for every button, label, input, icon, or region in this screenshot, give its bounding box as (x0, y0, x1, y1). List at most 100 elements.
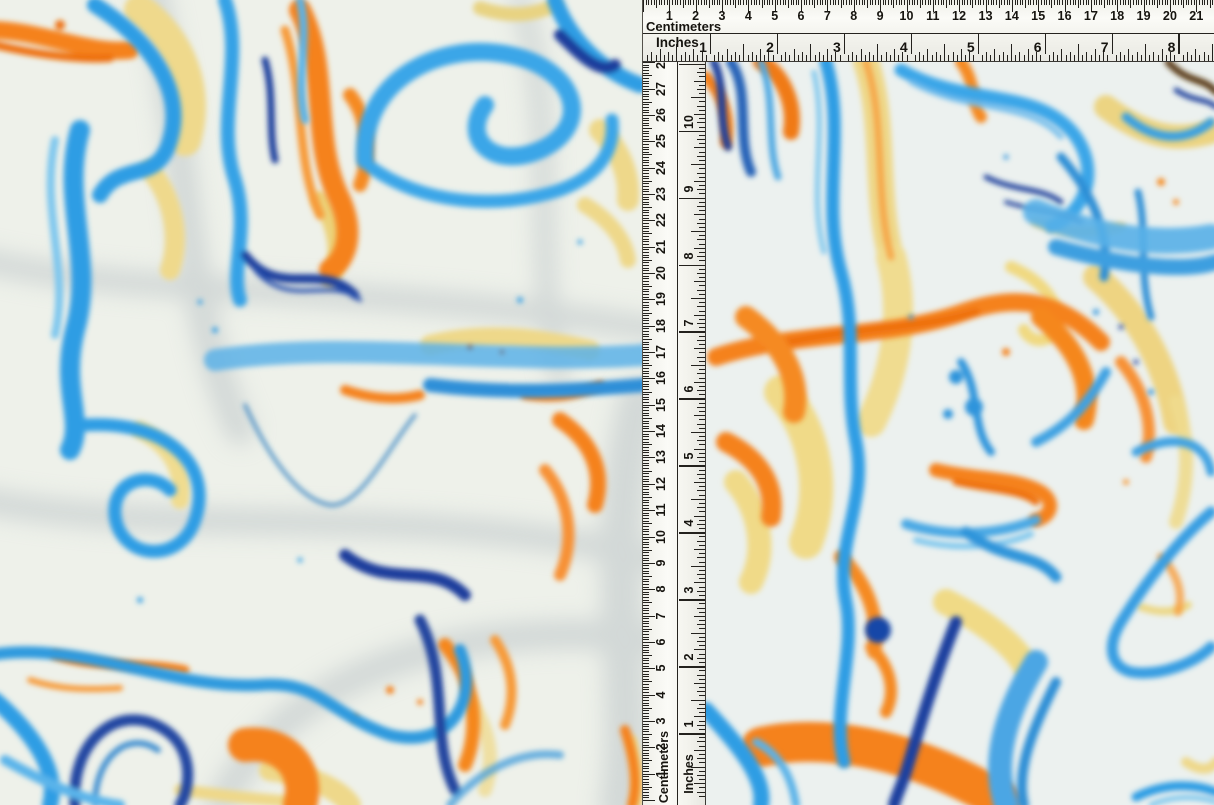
ruler-tick (1091, 55, 1092, 62)
ruler-tick (643, 718, 649, 719)
ruler-tick (699, 210, 706, 211)
ruler-tick (812, 0, 813, 5)
ruler-tick (699, 302, 706, 303)
ruler-tick (999, 0, 1000, 8)
ruler-tick (699, 152, 706, 153)
ruler-tick (643, 571, 649, 572)
ruler-tick (643, 581, 649, 582)
ruler-tick (798, 55, 799, 62)
ruler-tick (699, 319, 706, 320)
ruler-tick (849, 0, 850, 5)
ruler-tick (643, 373, 649, 374)
ruler-tick (643, 489, 649, 490)
ruler-tick (699, 327, 706, 328)
ruler-tick (710, 34, 712, 54)
ruler-tick (1003, 52, 1004, 61)
ruler-tick (714, 0, 715, 5)
cm-number: 15 (654, 398, 668, 412)
ruler-tick (699, 562, 706, 563)
ruler-tick (1040, 55, 1041, 62)
ruler-tick (643, 568, 649, 569)
ruler-tick (699, 93, 706, 94)
ruler-tick (694, 683, 706, 684)
ruler-tick (672, 55, 673, 62)
ruler-tick (643, 439, 649, 440)
ruler-tick (643, 426, 649, 427)
ruler-tick (1173, 0, 1174, 5)
ruler-tick (697, 189, 706, 190)
vertical-ruler-inch-scale: Inches 1234567891011 (678, 62, 705, 805)
ruler-tick (643, 502, 649, 503)
ruler-tick (743, 44, 744, 61)
ruler-tick (697, 574, 706, 575)
ruler-tick (643, 645, 649, 646)
ruler-tick (679, 666, 705, 668)
ruler-tick (643, 750, 649, 751)
ruler-tick (1191, 55, 1192, 62)
ruler-tick (1165, 0, 1166, 5)
inch-number: 9 (682, 185, 696, 192)
ruler-tick (697, 775, 706, 776)
ruler-tick (643, 410, 649, 411)
ruler-tick (668, 52, 669, 61)
ruler-tick (643, 505, 649, 506)
ruler-tick (996, 0, 997, 5)
ruler-tick (806, 0, 807, 5)
ruler-tick (699, 545, 706, 546)
ruler-tick (643, 394, 649, 395)
ruler-tick (699, 352, 706, 353)
cm-number: 18 (1110, 9, 1124, 23)
ruler-tick (1096, 0, 1097, 5)
ruler-tick (697, 474, 706, 475)
ruler-tick (1057, 0, 1058, 5)
inch-number: 3 (682, 587, 696, 594)
ruler-tick (643, 660, 649, 661)
ruler-tick (643, 428, 649, 429)
ruler-tick (697, 507, 706, 508)
ruler-tick (898, 55, 899, 62)
ruler-tick (643, 450, 649, 451)
ruler-tick (699, 704, 706, 705)
ruler-tick (809, 0, 810, 5)
ruler-tick (643, 576, 652, 577)
inch-number: 5 (967, 39, 975, 55)
ruler-tick (643, 262, 649, 263)
ruler-tick (756, 0, 757, 5)
ruler-tick (1199, 0, 1200, 5)
ruler-tick (1202, 0, 1203, 5)
ruler-tick (685, 52, 686, 61)
ruler-tick (643, 481, 649, 482)
ruler-tick (694, 281, 706, 282)
cm-number: 1 (666, 9, 673, 23)
ruler-tick (643, 226, 649, 227)
ruler-tick (691, 566, 706, 567)
ruler-tick (643, 637, 649, 638)
ruler-tick (869, 52, 870, 61)
ruler-tick (1004, 0, 1005, 5)
ruler-tick (643, 726, 649, 727)
ruler-tick (643, 297, 649, 298)
ruler-tick (691, 499, 706, 500)
ruler-tick (920, 0, 921, 8)
ruler-tick (697, 641, 706, 642)
ruler-tick (643, 165, 649, 166)
ruler-tick (647, 55, 648, 62)
cm-number: 11 (654, 503, 668, 516)
ruler-tick (986, 52, 987, 61)
ruler-tick (699, 670, 706, 671)
ruler-tick (643, 260, 652, 261)
ruler-tick (643, 716, 649, 717)
ruler-tick (643, 241, 649, 242)
ruler-tick (991, 0, 992, 5)
ruler-tick (1175, 0, 1176, 5)
inch-number: 7 (1101, 39, 1109, 55)
ruler-tick (1051, 0, 1052, 8)
ruler-tick (643, 397, 649, 398)
ruler-tick (643, 421, 649, 422)
ruler-tick (697, 89, 706, 90)
ruler-tick (643, 792, 649, 793)
ruler-tick (643, 133, 649, 134)
ruler-tick (861, 49, 862, 61)
ruler-tick (643, 191, 649, 192)
cm-number: 2 (654, 744, 668, 751)
